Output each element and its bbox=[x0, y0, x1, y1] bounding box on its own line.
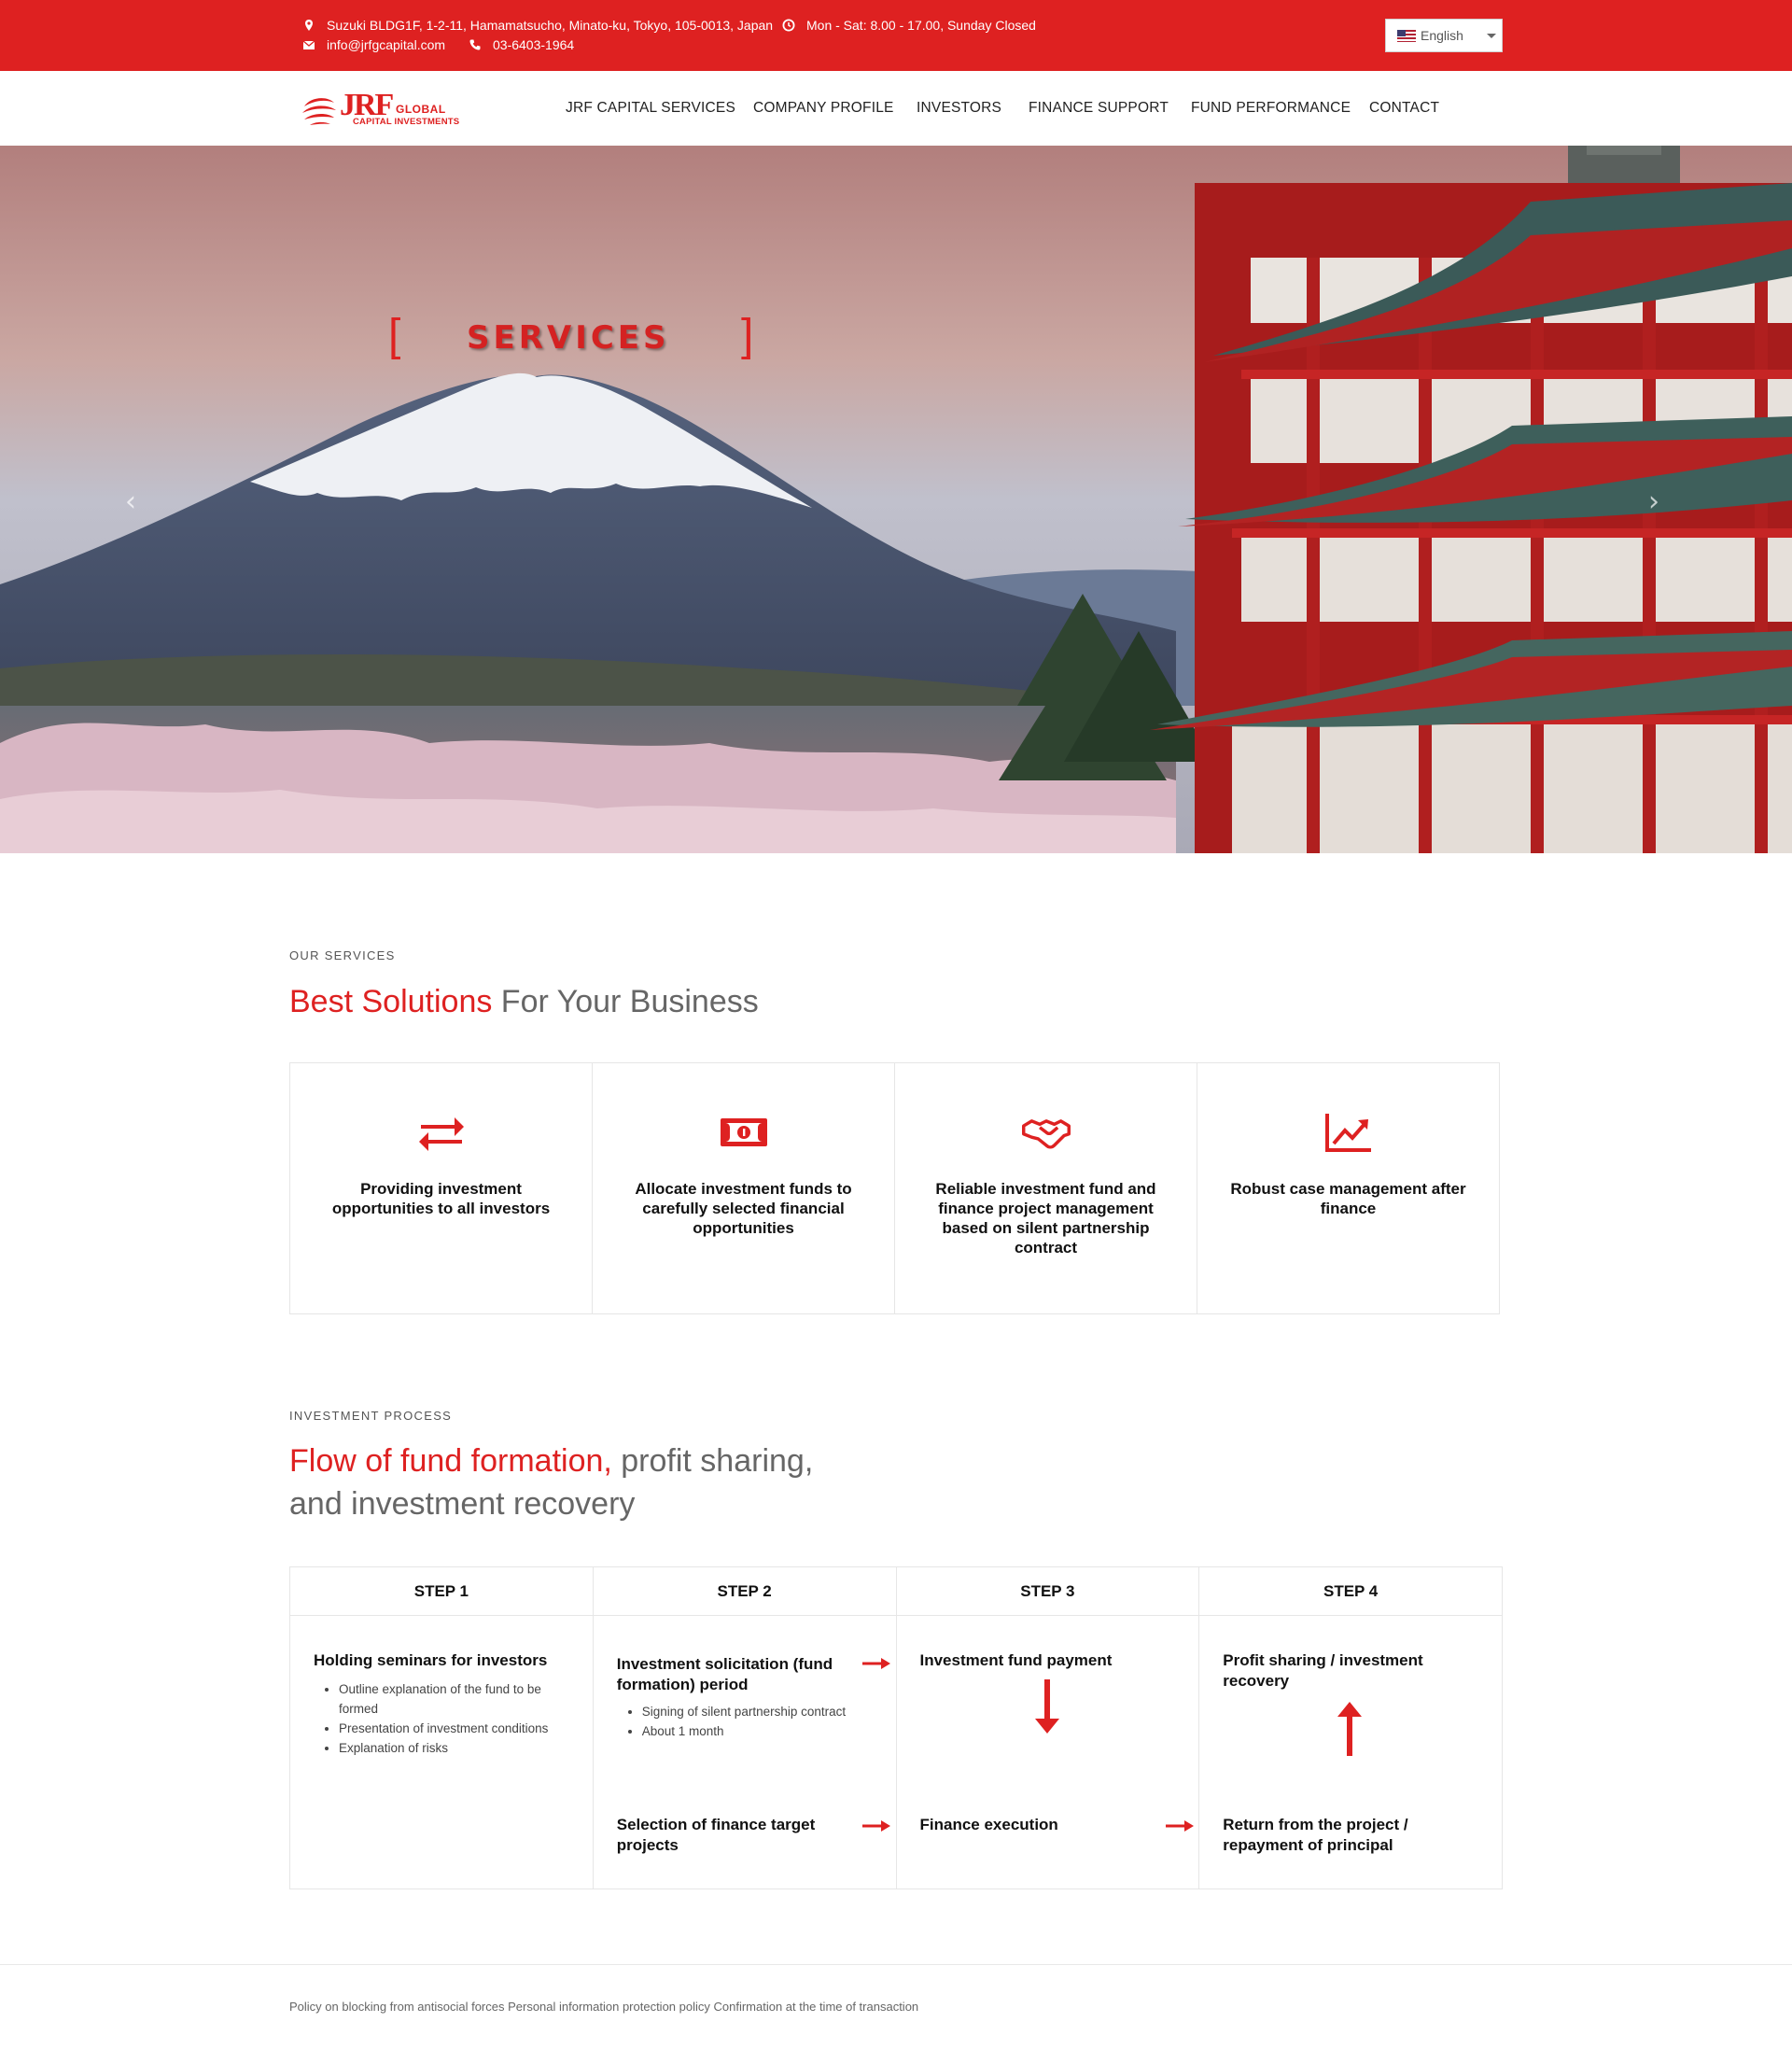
envelope-icon bbox=[302, 40, 315, 49]
carousel-prev-arrow-icon[interactable]: ‹ bbox=[125, 485, 136, 518]
step-bullets: Signing of silent partnership contract A… bbox=[642, 1702, 885, 1741]
clock-icon bbox=[782, 19, 795, 32]
nav-item-fund-performance[interactable]: FUND PERFORMANCE bbox=[1191, 71, 1351, 146]
exchange-arrows-icon bbox=[418, 1117, 464, 1151]
arrow-right-icon bbox=[1165, 1820, 1194, 1832]
arrow-up-icon bbox=[1337, 1702, 1363, 1756]
chevron-down-icon bbox=[1487, 34, 1496, 38]
services-heading-highlight: Best Solutions bbox=[289, 984, 493, 1019]
us-flag-icon bbox=[1397, 29, 1416, 42]
services-eyebrow: OUR SERVICES bbox=[289, 948, 396, 962]
arrow-down-icon bbox=[1034, 1679, 1059, 1734]
step-label: STEP 3 bbox=[896, 1567, 1199, 1616]
logo-line-1: GLOBAL bbox=[396, 103, 446, 116]
footer-policy-links[interactable]: Policy on blocking from antisocial force… bbox=[289, 2000, 918, 2014]
step-bottom-title: Selection of finance target projects bbox=[616, 1816, 816, 1854]
logo-swoosh-icon bbox=[302, 98, 336, 125]
process-eyebrow: INVESTMENT PROCESS bbox=[289, 1409, 453, 1423]
step-bullet: Presentation of investment conditions bbox=[339, 1719, 581, 1738]
main-navbar: JRF GLOBAL CAPITAL INVESTMENTS JRF CAPIT… bbox=[0, 71, 1792, 146]
service-card: Allocate investment funds to carefully s… bbox=[593, 1063, 895, 1313]
step-label: STEP 4 bbox=[1199, 1567, 1502, 1616]
nav-item-contact[interactable]: CONTACT bbox=[1369, 71, 1439, 146]
process-heading: Flow of fund formation, profit sharing, a… bbox=[289, 1439, 813, 1525]
email-info[interactable]: info@jrfgcapital.com bbox=[302, 37, 445, 52]
phone-info[interactable]: 03-6403-1964 bbox=[469, 37, 574, 52]
step-bullet: Outline explanation of the fund to be fo… bbox=[339, 1679, 581, 1719]
process-heading-rest-1: profit sharing, bbox=[611, 1443, 814, 1479]
step-label: STEP 2 bbox=[593, 1567, 896, 1616]
handshake-icon bbox=[1021, 1119, 1071, 1149]
carousel-next-arrow-icon[interactable]: › bbox=[1648, 485, 1659, 518]
service-card-text: Providing investment opportunities to al… bbox=[331, 1180, 551, 1217]
service-card: Reliable investment fund and finance pro… bbox=[895, 1063, 1197, 1313]
step-title: Profit sharing / investment recovery bbox=[1223, 1651, 1423, 1690]
step-label: STEP 1 bbox=[290, 1567, 593, 1616]
hero-bracket-left: [ bbox=[388, 311, 401, 360]
process-steps-table: STEP 1 Holding seminars for investors Ou… bbox=[289, 1566, 1503, 1889]
hero-banner: [ SERVICES ] ‹ › bbox=[0, 146, 1792, 853]
footer-divider bbox=[0, 1964, 1792, 1965]
address-text: Suzuki BLDG1F, 1-2-11, Hamamatsucho, Min… bbox=[327, 18, 774, 33]
step-bullet: Signing of silent partnership contract bbox=[642, 1702, 885, 1721]
nav-item-company-profile[interactable]: COMPANY PROFILE bbox=[753, 71, 894, 146]
nav-item-finance-support[interactable]: FINANCE SUPPORT bbox=[1029, 71, 1169, 146]
hero-title-text: SERVICES bbox=[467, 319, 670, 357]
step-bottom-title: Finance execution bbox=[919, 1816, 1058, 1833]
site-logo[interactable]: JRF GLOBAL CAPITAL INVESTMENTS bbox=[301, 88, 469, 131]
hours-info: Mon - Sat: 8.00 - 17.00, Sunday Closed bbox=[782, 18, 1036, 33]
step-bottom-title: Return from the project / repayment of p… bbox=[1223, 1816, 1408, 1854]
hero-bracket-right: ] bbox=[741, 311, 754, 360]
language-select[interactable]: English bbox=[1385, 19, 1503, 52]
phone-link[interactable]: 03-6403-1964 bbox=[493, 37, 574, 52]
language-value: English bbox=[1421, 28, 1463, 43]
service-cards: Providing investment opportunities to al… bbox=[289, 1062, 1500, 1314]
hero-background-image bbox=[0, 146, 1792, 853]
service-card: Robust case management after finance bbox=[1197, 1063, 1499, 1313]
process-step-1: STEP 1 Holding seminars for investors Ou… bbox=[290, 1567, 594, 1889]
process-step-3: STEP 3 Investment fund payment Finance e… bbox=[896, 1567, 1200, 1889]
process-heading-highlight: Flow of fund formation, bbox=[289, 1443, 612, 1479]
process-step-2: STEP 2 Investment solicitation (fund for… bbox=[593, 1567, 897, 1889]
service-card: Providing investment opportunities to al… bbox=[290, 1063, 593, 1313]
nav-item-jrf-capital-services[interactable]: JRF CAPITAL SERVICES bbox=[566, 71, 735, 146]
phone-icon bbox=[469, 39, 481, 50]
step-title: Holding seminars for investors bbox=[314, 1651, 548, 1669]
chart-line-icon bbox=[1324, 1114, 1371, 1152]
arrow-right-icon bbox=[861, 1658, 890, 1669]
service-card-text: Robust case management after finance bbox=[1230, 1180, 1466, 1217]
hero-title: [ SERVICES ] bbox=[388, 310, 762, 366]
step-title: Investment fund payment bbox=[919, 1651, 1113, 1669]
service-card-text: Reliable investment fund and finance pro… bbox=[935, 1180, 1156, 1257]
step-bullet: Explanation of risks bbox=[339, 1738, 581, 1758]
process-step-4: STEP 4 Profit sharing / investment recov… bbox=[1199, 1567, 1502, 1889]
money-bill-icon bbox=[720, 1118, 767, 1146]
arrow-right-icon bbox=[861, 1820, 890, 1832]
top-info-bar: Suzuki BLDG1F, 1-2-11, Hamamatsucho, Min… bbox=[0, 0, 1792, 71]
hours-text: Mon - Sat: 8.00 - 17.00, Sunday Closed bbox=[806, 18, 1036, 33]
services-heading-rest: For Your Business bbox=[492, 984, 759, 1019]
service-card-text: Allocate investment funds to carefully s… bbox=[635, 1180, 852, 1237]
nav-item-investors[interactable]: INVESTORS bbox=[917, 71, 1001, 146]
step-bullets: Outline explanation of the fund to be fo… bbox=[339, 1679, 581, 1758]
step-title: Investment solicitation (fund formation)… bbox=[616, 1655, 833, 1693]
logo-line-2: CAPITAL INVESTMENTS bbox=[353, 117, 460, 127]
process-heading-rest-2: and investment recovery bbox=[289, 1486, 636, 1522]
map-pin-icon bbox=[305, 20, 313, 31]
email-link[interactable]: info@jrfgcapital.com bbox=[327, 37, 445, 52]
step-bullet: About 1 month bbox=[642, 1721, 885, 1741]
address-info: Suzuki BLDG1F, 1-2-11, Hamamatsucho, Min… bbox=[302, 18, 773, 33]
services-heading: Best Solutions For Your Business bbox=[289, 980, 759, 1023]
